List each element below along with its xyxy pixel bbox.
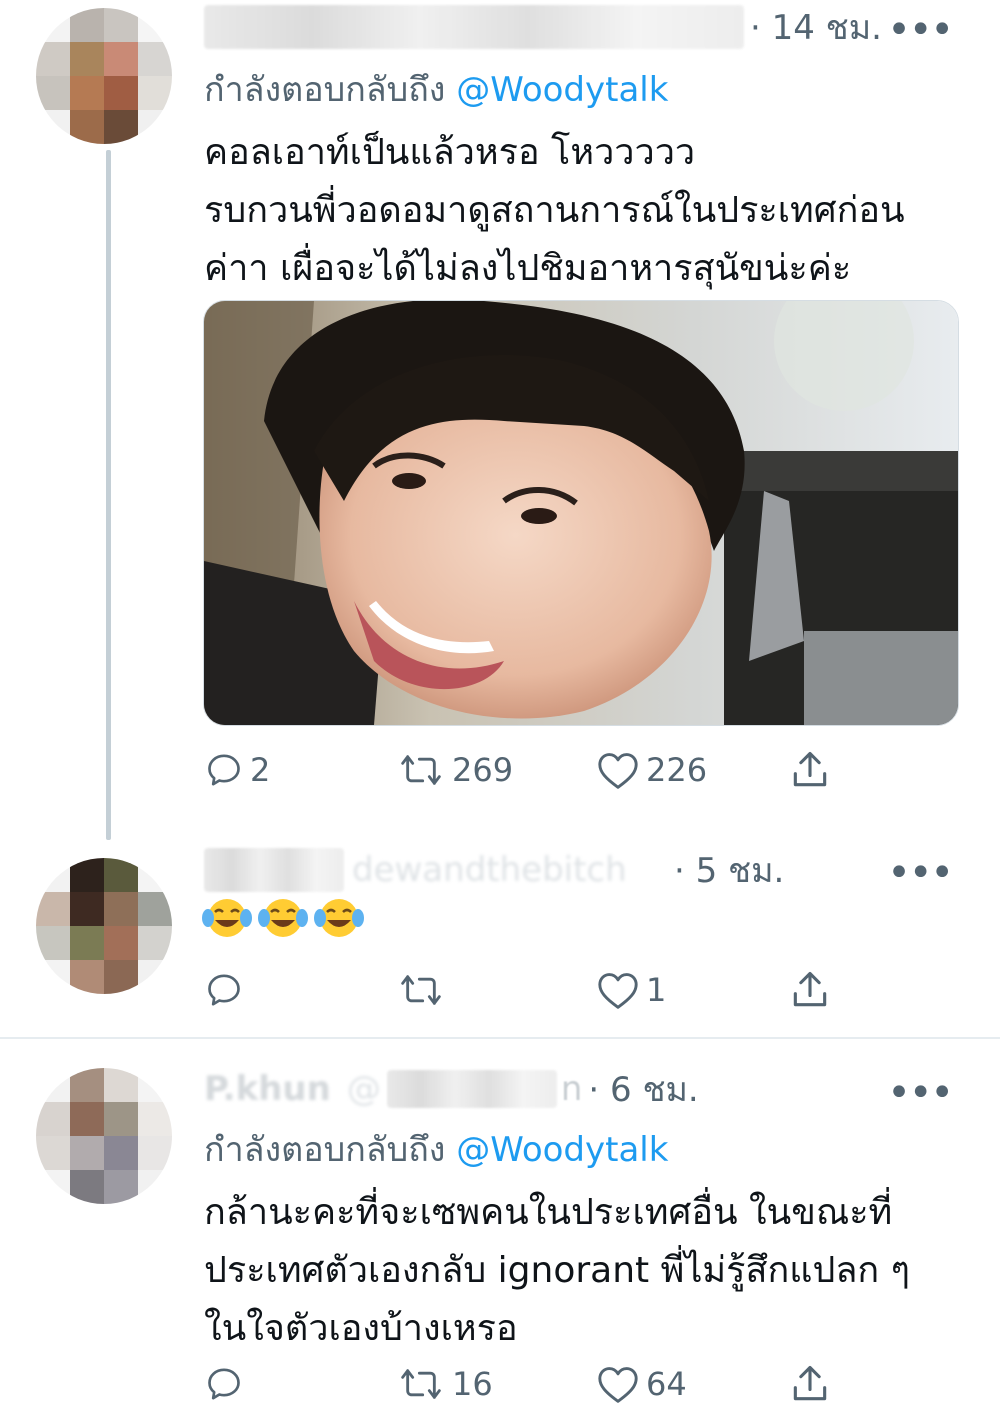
heart-icon xyxy=(598,1367,638,1403)
reply-icon xyxy=(208,1368,240,1400)
replying-to: กำลังตอบกลับถึง @Woodytalk xyxy=(204,1122,668,1176)
avatar[interactable] xyxy=(36,858,172,994)
mention-link[interactable]: @Woodytalk xyxy=(456,70,668,110)
like-button[interactable]: 226 xyxy=(596,740,707,800)
replying-to: กำลังตอบกลับถึง @Woodytalk xyxy=(204,62,668,116)
timestamp[interactable]: · 6 ชม. xyxy=(588,1062,698,1116)
tweet-actions: 16 64 xyxy=(204,1354,864,1414)
blurred-handle-tail: n xyxy=(560,1069,583,1109)
retweet-count: 16 xyxy=(452,1365,493,1403)
replying-to-label: กำลังตอบกลับถึง xyxy=(204,70,446,110)
tweet-1[interactable]: · 14 ชม. ••• กำลังตอบกลับถึง @Woodytalk … xyxy=(0,0,1000,840)
share-icon xyxy=(793,751,827,787)
share-icon xyxy=(793,1365,827,1401)
tweet-header: P.khun @ n · 6 ชม. xyxy=(204,1064,699,1114)
photo-image xyxy=(204,301,958,725)
tweet-header: dewandthebitch · 5 ชม. xyxy=(204,845,784,895)
retweet-icon xyxy=(401,755,441,785)
more-icon[interactable]: ••• xyxy=(887,1073,954,1113)
blurred-name xyxy=(204,5,744,49)
replying-to-label: กำลังตอบกลับถึง xyxy=(204,1130,446,1170)
reply-icon xyxy=(208,754,240,786)
reply-icon xyxy=(208,974,240,1006)
like-button[interactable]: 64 xyxy=(596,1354,687,1414)
tweet-header: · 14 ชม. xyxy=(204,2,882,52)
more-icon[interactable]: ••• xyxy=(887,853,954,893)
avatar[interactable] xyxy=(36,1068,172,1204)
tweet-text: คอลเอาท์เป็นแล้วหรอ โหววววว รบกวนพี่วอดอ… xyxy=(204,132,905,289)
blurred-name xyxy=(204,848,344,892)
blurred-handle: @ xyxy=(346,1069,381,1109)
retweet-icon xyxy=(401,975,441,1005)
like-button[interactable]: 1 xyxy=(596,960,666,1020)
like-count: 64 xyxy=(646,1365,687,1403)
like-count: 1 xyxy=(646,971,667,1009)
retweet-icon xyxy=(401,1369,441,1399)
timestamp[interactable]: · 5 ชม. xyxy=(674,843,784,897)
share-button[interactable] xyxy=(788,740,832,800)
like-count: 226 xyxy=(646,751,708,789)
mention-link[interactable]: @Woodytalk xyxy=(456,1130,668,1170)
avatar[interactable] xyxy=(36,8,172,144)
tears-of-joy-emoji-icon xyxy=(314,899,364,937)
tears-of-joy-emoji-icon xyxy=(258,899,308,937)
reply-count: 2 xyxy=(250,751,271,789)
blurred-name: P.khun xyxy=(204,1069,331,1109)
retweet-count: 269 xyxy=(452,751,514,789)
tears-of-joy-emoji-icon xyxy=(202,899,252,937)
reply-button[interactable]: 2 xyxy=(204,740,270,800)
heart-icon xyxy=(598,973,638,1009)
thread-line xyxy=(106,150,111,840)
share-button[interactable] xyxy=(788,1354,832,1414)
reply-button[interactable] xyxy=(204,960,244,1020)
retweet-button[interactable]: 269 xyxy=(396,740,513,800)
retweet-button[interactable]: 16 xyxy=(396,1354,493,1414)
blurred-handle: dewandthebitch xyxy=(352,850,627,890)
tweet-divider xyxy=(0,1037,1000,1039)
share-icon xyxy=(793,971,827,1007)
retweet-button[interactable] xyxy=(396,960,446,1020)
share-button[interactable] xyxy=(788,960,832,1020)
tweet-media-photo[interactable] xyxy=(203,300,959,726)
tweet-text: กล้านะคะที่จะเซพคนในประเทศอื่น ในขณะที่ … xyxy=(204,1192,910,1349)
heart-icon xyxy=(598,753,638,789)
timestamp[interactable]: · 14 ชม. xyxy=(750,0,882,54)
blurred-handle-mask xyxy=(386,1070,557,1108)
more-icon[interactable]: ••• xyxy=(887,10,954,50)
tweet-actions: 2 269 226 xyxy=(204,740,864,800)
tweet-actions: 1 xyxy=(204,960,864,1020)
tweet-emoji xyxy=(202,896,364,940)
reply-button[interactable] xyxy=(204,1354,244,1414)
